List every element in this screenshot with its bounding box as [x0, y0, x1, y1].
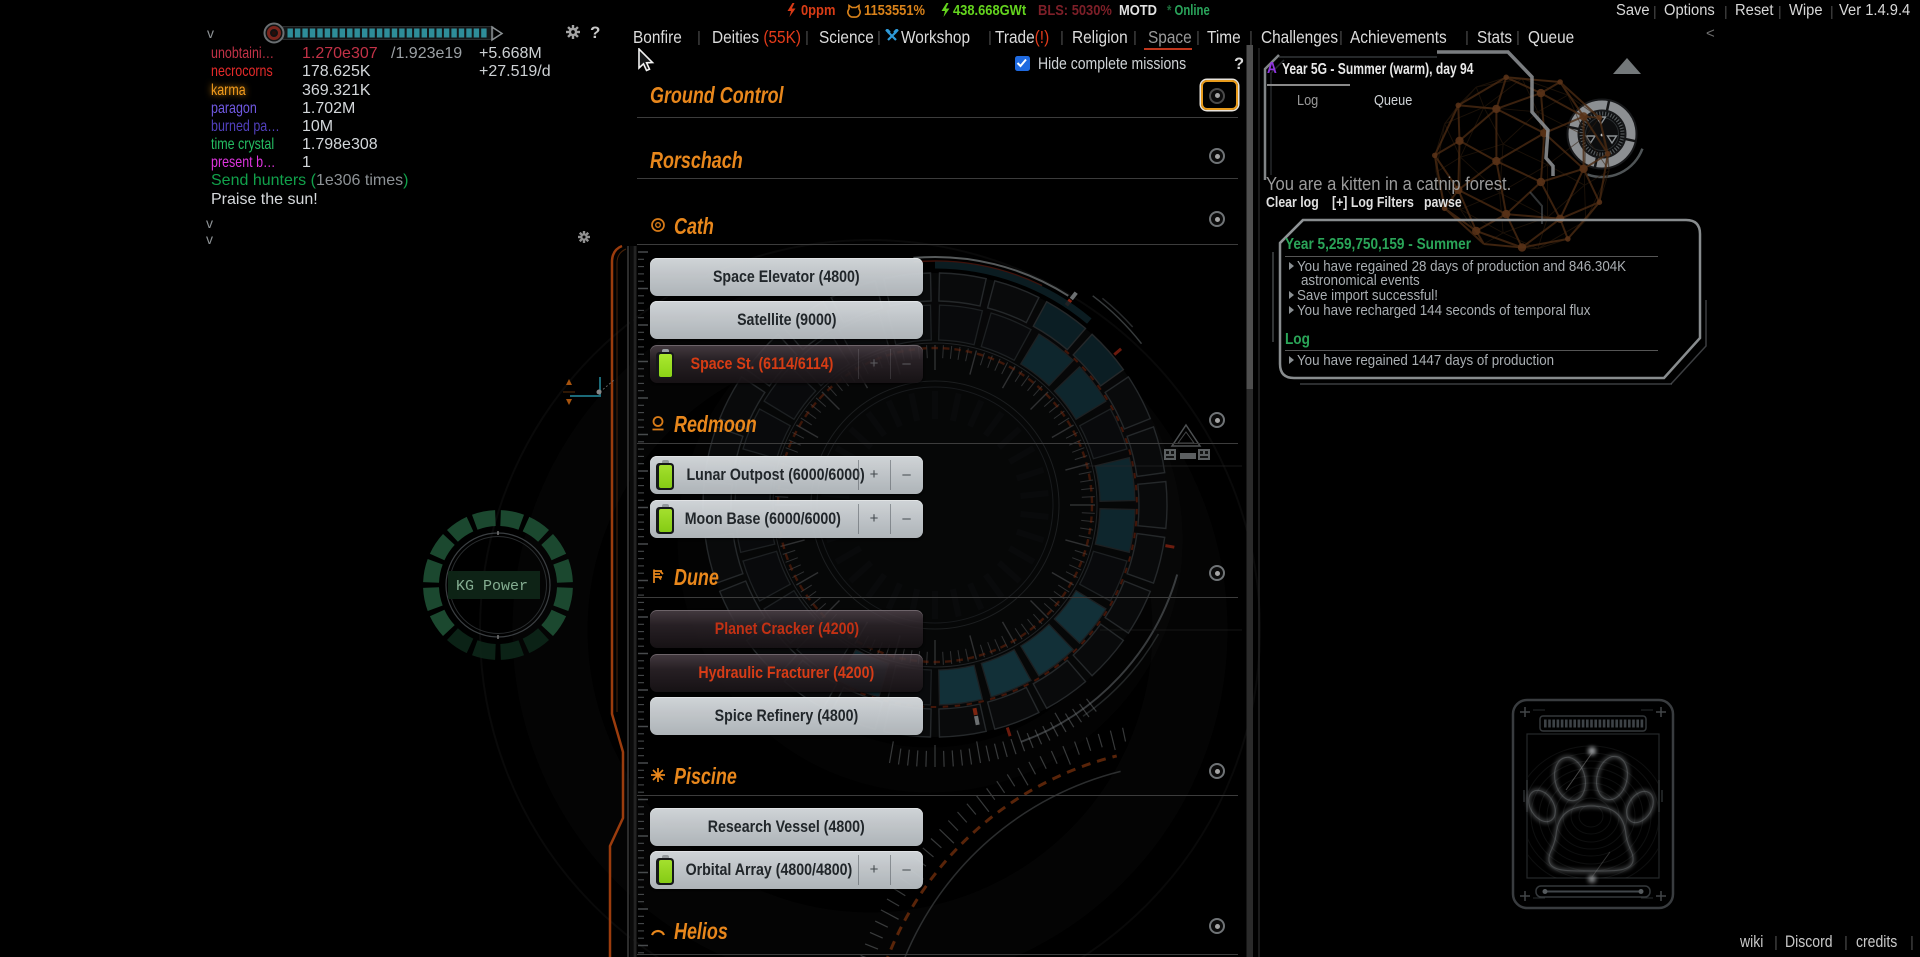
svg-text:KG Power: KG Power: [456, 578, 528, 595]
